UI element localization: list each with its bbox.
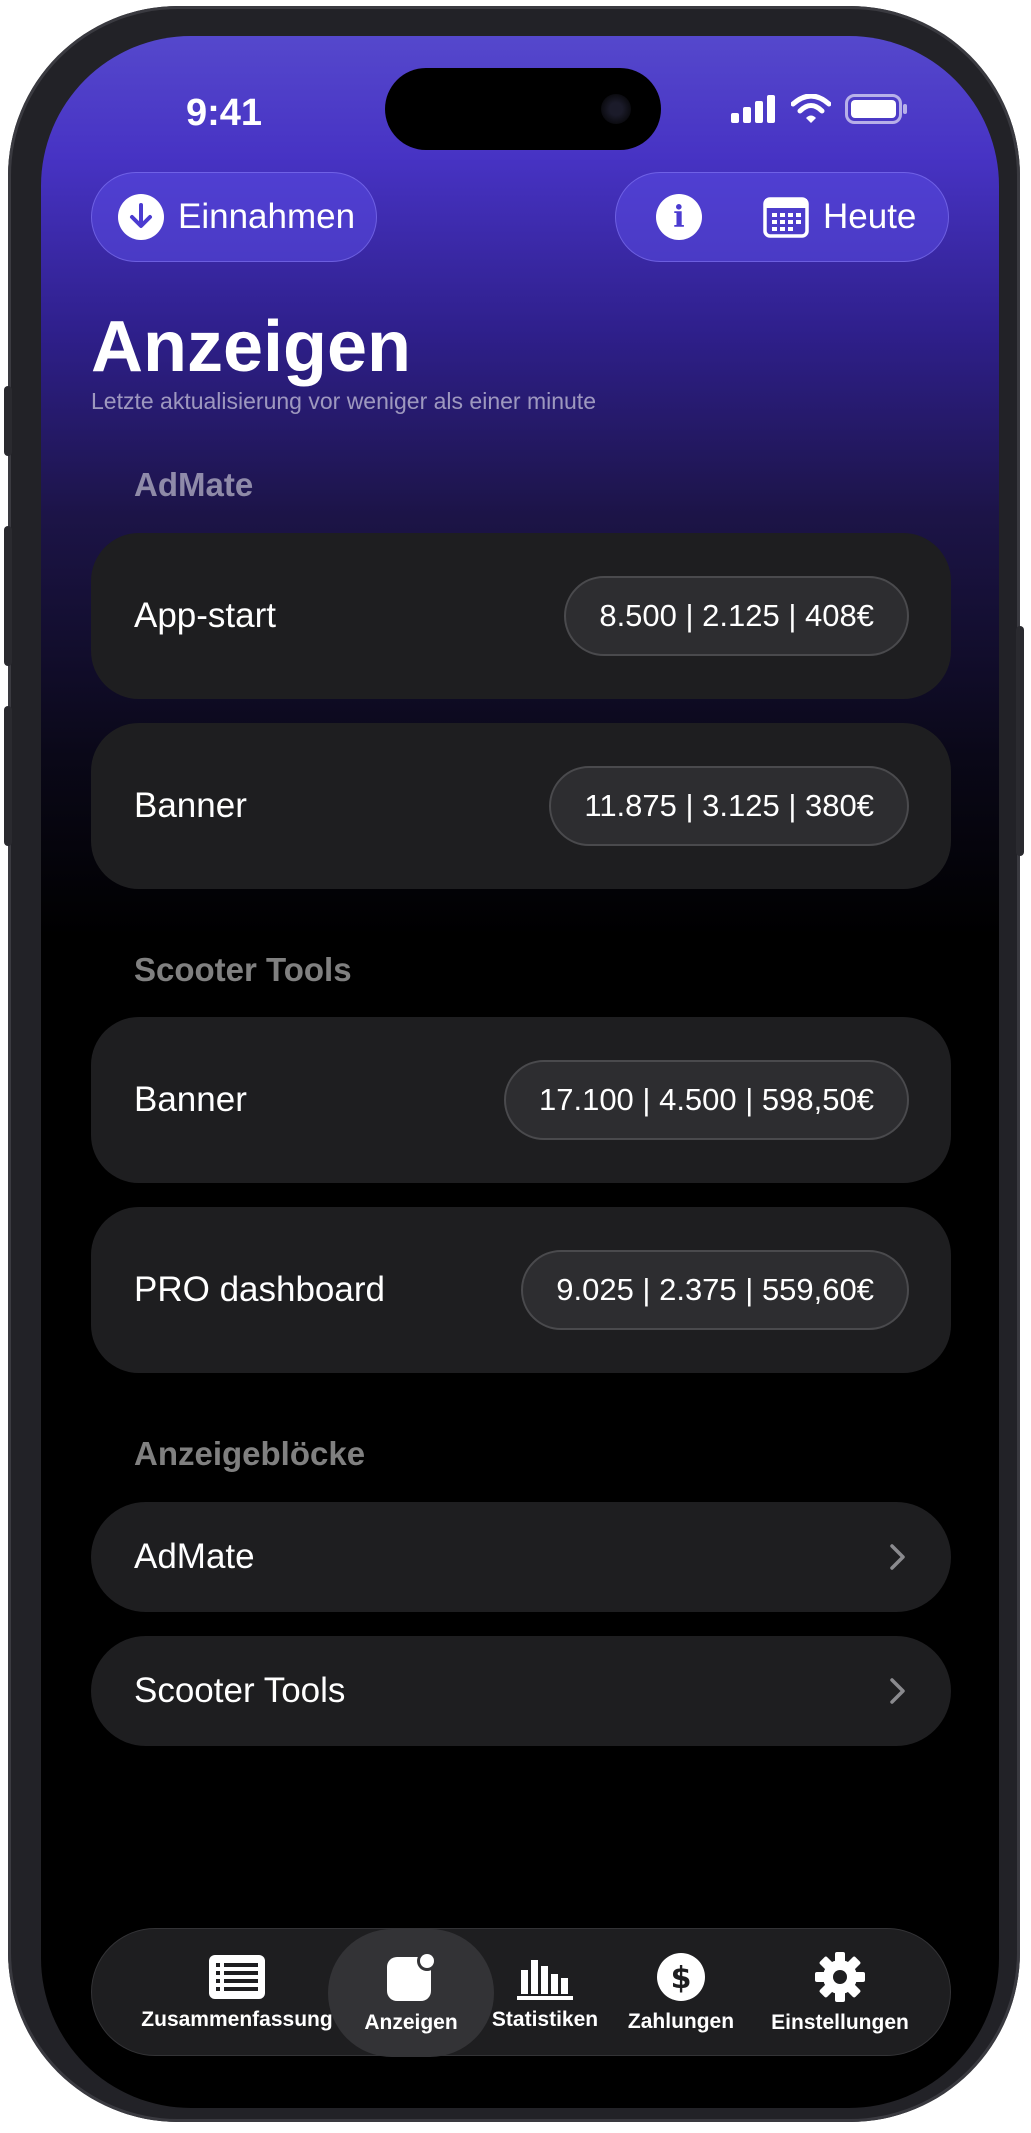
calendar-icon: [763, 197, 809, 238]
section-title-ad-blocks: Anzeigeblöcke: [134, 1435, 366, 1472]
ad-block-row-scooter-tools[interactable]: Scooter Tools: [91, 1636, 951, 1746]
power-button: [1016, 626, 1024, 856]
volume-up-button: [4, 526, 12, 666]
page-title: Anzeigen: [91, 307, 412, 387]
mute-switch: [4, 386, 12, 456]
list-icon: [209, 1955, 265, 1999]
tab-statistiken[interactable]: Statistiken: [484, 1929, 606, 2057]
status-bar: 9:41: [41, 36, 999, 176]
phone-frame: 9:41 Einnahmen i Heute Anzeigen Letzte a…: [4, 6, 1024, 2122]
tab-zusammenfassung[interactable]: Zusammenfassung: [132, 1929, 342, 2057]
ad-block-label: Scooter Tools: [134, 1671, 346, 1710]
tab-label: Zusammenfassung: [141, 2008, 333, 2031]
tab-einstellungen[interactable]: Einstellungen: [760, 1929, 920, 2057]
date-filter-button[interactable]: Heute: [763, 196, 916, 238]
status-icons: [731, 94, 909, 124]
status-time: 9:41: [186, 92, 263, 134]
volume-down-button: [4, 706, 12, 846]
date-filter-label: Heute: [823, 197, 917, 236]
income-button[interactable]: Einnahmen: [91, 172, 377, 262]
ad-card-label: Banner: [134, 786, 247, 825]
gear-icon: [815, 1952, 865, 2002]
last-updated-text: Letzte aktualisierung vor weniger als ei…: [91, 388, 596, 414]
ad-card-label: PRO dashboard: [134, 1270, 385, 1309]
ads-icon: [387, 1951, 437, 2001]
ad-stats-pill: 17.100 | 4.500 | 598,50€: [503, 1060, 909, 1140]
section-title-admate: AdMate: [134, 466, 254, 503]
tab-label: Einstellungen: [771, 2011, 909, 2034]
tab-zahlungen[interactable]: $ Zahlungen: [616, 1929, 746, 2057]
dollar-icon: $: [657, 1953, 705, 2001]
ad-card-scooter-banner[interactable]: Banner 17.100 | 4.500 | 598,50€: [91, 1017, 951, 1183]
ad-block-row-admate[interactable]: AdMate: [91, 1502, 951, 1612]
chevron-right-icon: [890, 1678, 905, 1704]
ad-card-scooter-pro-dashboard[interactable]: PRO dashboard 9.025 | 2.375 | 559,60€: [91, 1207, 951, 1373]
camera-icon: [601, 94, 631, 124]
header-right-group: i Heute: [615, 172, 949, 262]
arrow-down-icon: [118, 194, 164, 240]
svg-text:$: $: [671, 1961, 692, 1996]
ad-stats-pill: 9.025 | 2.375 | 559,60€: [521, 1250, 909, 1330]
chart-icon: [517, 1960, 573, 2000]
tab-anzeigen[interactable]: Anzeigen: [328, 1929, 494, 2057]
ad-card-admate-banner[interactable]: Banner 11.875 | 3.125 | 380€: [91, 723, 951, 889]
battery-icon: [845, 94, 907, 124]
ad-stats-pill: 11.875 | 3.125 | 380€: [549, 766, 909, 846]
tab-bar: Zusammenfassung Anzeigen Statistiken $ Z…: [91, 1928, 951, 2057]
signal-icon: [731, 95, 775, 123]
screen: 9:41 Einnahmen i Heute Anzeigen Letzte a…: [41, 36, 999, 2108]
wifi-icon: [791, 94, 831, 123]
ad-card-label: Banner: [134, 1080, 247, 1119]
tab-label: Statistiken: [491, 2008, 599, 2031]
income-button-label: Einnahmen: [178, 197, 356, 236]
tab-label: Zahlungen: [627, 2010, 735, 2033]
section-title-scooter-tools: Scooter Tools: [134, 951, 352, 988]
ad-stats-pill: 8.500 | 2.125 | 408€: [564, 576, 909, 656]
ad-block-label: AdMate: [134, 1537, 255, 1576]
tab-label: Anzeigen: [364, 2011, 458, 2034]
dynamic-island: [385, 68, 661, 150]
ad-card-label: App-start: [134, 596, 276, 635]
chevron-right-icon: [890, 1544, 905, 1570]
info-icon[interactable]: i: [656, 194, 702, 240]
ad-card-admate-app-start[interactable]: App-start 8.500 | 2.125 | 408€: [91, 533, 951, 699]
